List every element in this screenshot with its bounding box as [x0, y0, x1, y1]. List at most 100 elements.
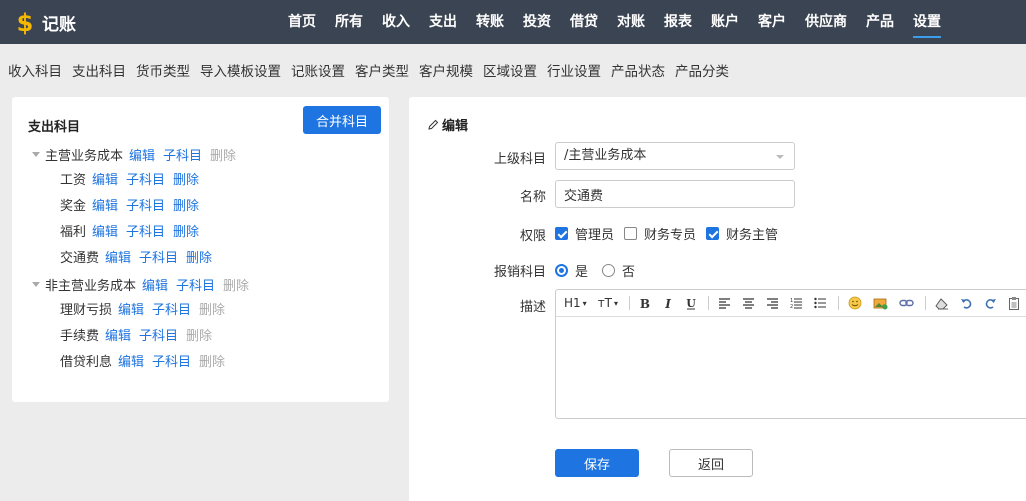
tree-node-name[interactable]: 交通费: [60, 247, 99, 266]
subnav-item[interactable]: 客户类型: [355, 60, 409, 80]
edit-link[interactable]: 编辑: [92, 169, 118, 188]
edit-link[interactable]: 编辑: [92, 221, 118, 240]
reimbursement-radio[interactable]: [602, 264, 616, 277]
add-child-link[interactable]: 子科目: [126, 195, 165, 214]
add-child-link[interactable]: 子科目: [152, 299, 191, 318]
edit-link[interactable]: 编辑: [118, 351, 144, 370]
editor-content-area[interactable]: [556, 317, 1026, 418]
delete-link[interactable]: 删除: [173, 221, 199, 240]
nav-item[interactable]: 供应商: [805, 0, 847, 44]
edit-link[interactable]: 编辑: [105, 247, 131, 266]
ordered-list-icon[interactable]: 12: [790, 297, 803, 309]
add-child-link[interactable]: 子科目: [139, 247, 178, 266]
italic-icon[interactable]: I: [662, 297, 674, 309]
app-logo[interactable]: $ 记账: [14, 8, 76, 36]
bullet-list-icon[interactable]: [814, 297, 827, 309]
heading-dropdown[interactable]: H1 ▾: [564, 296, 587, 310]
redo-icon[interactable]: [984, 297, 997, 310]
font-size-dropdown[interactable]: ᴛT ▾: [598, 296, 618, 310]
tree-node-name[interactable]: 理财亏损: [60, 299, 112, 318]
subnav-item[interactable]: 行业设置: [547, 60, 601, 80]
align-center-icon[interactable]: [742, 297, 755, 309]
tree-node-name[interactable]: 主营业务成本: [45, 145, 123, 164]
permission-checkbox[interactable]: [624, 227, 638, 240]
align-right-icon[interactable]: [766, 297, 779, 309]
parent-category-select[interactable]: /主营业务成本: [555, 142, 795, 170]
nav-item[interactable]: 转账: [476, 0, 504, 44]
tree-node-name[interactable]: 福利: [60, 221, 86, 240]
add-child-link[interactable]: 子科目: [126, 169, 165, 188]
delete-link[interactable]: 删除: [199, 351, 225, 370]
nav-item[interactable]: 对账: [617, 0, 645, 44]
subnav-item[interactable]: 支出科目: [72, 60, 126, 80]
add-child-link[interactable]: 子科目: [176, 275, 215, 294]
underline-icon[interactable]: U: [685, 297, 697, 310]
merge-categories-button[interactable]: 合并科目: [303, 106, 381, 134]
save-button[interactable]: 保存: [555, 449, 639, 477]
subnav-item[interactable]: 客户规模: [419, 60, 473, 80]
subnav-item[interactable]: 产品分类: [675, 60, 729, 80]
align-left-icon[interactable]: [718, 297, 731, 309]
tree-node-name[interactable]: 借贷利息: [60, 351, 112, 370]
tree-child-node: 手续费 编辑 子科目 删除: [60, 325, 220, 344]
add-child-link[interactable]: 子科目: [126, 221, 165, 240]
add-child-link[interactable]: 子科目: [163, 145, 202, 164]
delete-link[interactable]: 删除: [210, 145, 236, 164]
permission-checkbox[interactable]: [706, 227, 720, 240]
subnav-item[interactable]: 记账设置: [291, 60, 345, 80]
nav-item[interactable]: 支出: [429, 0, 457, 44]
permission-checkbox[interactable]: [555, 227, 568, 240]
parent-category-label: 上级科目: [493, 152, 546, 167]
edit-link[interactable]: 编辑: [129, 145, 155, 164]
tree-child-node: 奖金 编辑 子科目 删除: [60, 195, 207, 214]
edit-link[interactable]: 编辑: [118, 299, 144, 318]
edit-link[interactable]: 编辑: [105, 325, 131, 344]
delete-link[interactable]: 删除: [199, 299, 225, 318]
link-icon[interactable]: [899, 298, 914, 308]
nav-item[interactable]: 借贷: [570, 0, 598, 44]
subnav-item[interactable]: 导入模板设置: [200, 60, 281, 80]
delete-link[interactable]: 删除: [223, 275, 249, 294]
clipboard-icon[interactable]: [1008, 296, 1020, 310]
reimbursement-radio[interactable]: [555, 264, 568, 277]
nav-item[interactable]: 产品: [866, 0, 894, 44]
permission-label: 权限: [519, 229, 546, 244]
edit-link[interactable]: 编辑: [142, 275, 168, 294]
add-child-link[interactable]: 子科目: [152, 351, 191, 370]
eraser-icon[interactable]: [935, 297, 949, 310]
back-button[interactable]: 返回: [669, 449, 753, 477]
nav-item[interactable]: 设置: [913, 0, 941, 44]
emoji-icon[interactable]: [848, 296, 862, 310]
delete-link[interactable]: 删除: [186, 247, 212, 266]
caret-down-icon[interactable]: [32, 152, 40, 157]
subnav-item[interactable]: 产品状态: [611, 60, 665, 80]
tree-parent-node: 主营业务成本 编辑 子科目 删除: [32, 145, 244, 164]
reimbursement-radios: 是否: [555, 261, 649, 280]
tree-node-name[interactable]: 工资: [60, 169, 86, 188]
delete-link[interactable]: 删除: [173, 169, 199, 188]
add-child-link[interactable]: 子科目: [139, 325, 178, 344]
nav-item[interactable]: 报表: [664, 0, 692, 44]
nav-item[interactable]: 投资: [523, 0, 551, 44]
description-label: 描述: [519, 300, 546, 315]
subnav-item[interactable]: 区域设置: [483, 60, 537, 80]
delete-link[interactable]: 删除: [173, 195, 199, 214]
subnav-item[interactable]: 货币类型: [136, 60, 190, 80]
nav-item[interactable]: 收入: [382, 0, 410, 44]
subnav-item[interactable]: 收入科目: [8, 60, 62, 80]
undo-icon[interactable]: [960, 297, 973, 310]
edit-link[interactable]: 编辑: [92, 195, 118, 214]
caret-down-icon[interactable]: [32, 282, 40, 287]
tree-node-name[interactable]: 非主营业务成本: [45, 275, 136, 294]
bold-icon[interactable]: B: [639, 297, 651, 309]
delete-link[interactable]: 删除: [186, 325, 212, 344]
nav-item[interactable]: 所有: [335, 0, 363, 44]
image-icon[interactable]: [873, 297, 888, 310]
nav-item[interactable]: 首页: [288, 0, 316, 44]
nav-item[interactable]: 客户: [758, 0, 786, 44]
tree-node-name[interactable]: 奖金: [60, 195, 86, 214]
tree-node-name[interactable]: 手续费: [60, 325, 99, 344]
tree-child-node: 工资 编辑 子科目 删除: [60, 169, 207, 188]
nav-item[interactable]: 账户: [711, 0, 739, 44]
name-input[interactable]: [555, 180, 795, 208]
